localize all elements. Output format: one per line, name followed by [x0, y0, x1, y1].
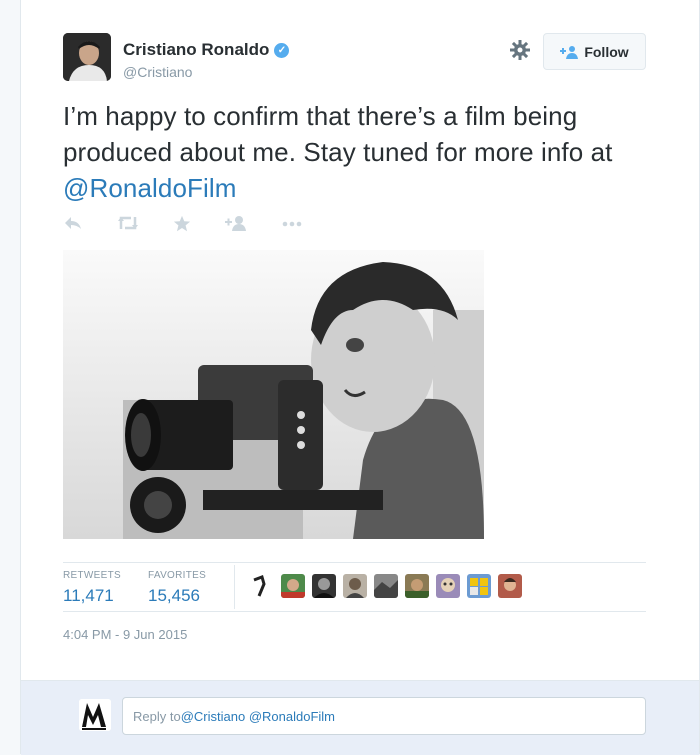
favorites-label: FAVORITES — [148, 570, 207, 581]
tweet-photo[interactable] — [63, 250, 484, 539]
tweet-text: I’m happy to confirm that there’s a film… — [63, 98, 653, 206]
reply-user-avatar — [79, 699, 111, 731]
avatar[interactable] — [281, 574, 305, 598]
avatar[interactable] — [312, 574, 336, 598]
tweet-text-body: I’m happy to confirm that there’s a film… — [63, 101, 613, 167]
avatar[interactable] — [467, 574, 491, 598]
stats-divider-top — [63, 562, 646, 563]
stats-vertical-divider — [234, 565, 235, 609]
tweet-timestamp[interactable]: 4:04 PM - 9 Jun 2015 — [63, 627, 187, 642]
avatar[interactable] — [250, 574, 274, 598]
retweets-stat[interactable]: RETWEETS 11,471 — [63, 570, 121, 606]
retweets-label: RETWEETS — [63, 570, 121, 581]
reply-area: Reply to @Cristiano @RonaldoFilm — [21, 680, 699, 755]
reply-prefix: Reply to — [133, 708, 181, 724]
verified-badge-icon: ✓ — [274, 42, 290, 58]
add-user-icon — [560, 45, 579, 59]
reply-mention-1: @Cristiano — [180, 708, 246, 724]
follow-button[interactable]: Follow — [543, 33, 646, 70]
follow-label: Follow — [584, 43, 629, 60]
retweet-icon[interactable] — [117, 215, 141, 235]
favoriters-avatars — [250, 574, 522, 600]
follow-icon[interactable] — [225, 215, 249, 235]
favorites-count[interactable]: 15,456 — [148, 586, 206, 606]
reply-mention-2: @RonaldoFilm — [248, 708, 335, 724]
more-icon[interactable] — [281, 215, 305, 235]
favorite-icon[interactable] — [173, 215, 197, 235]
reply-input[interactable]: Reply to @Cristiano @RonaldoFilm — [122, 697, 646, 735]
tweet-card: Cristiano Ronaldo ✓ @Cristiano Follow I’… — [20, 0, 700, 755]
author-name-text[interactable]: Cristiano Ronaldo — [123, 40, 269, 60]
author-handle[interactable]: @Cristiano — [123, 64, 192, 80]
reply-icon[interactable] — [63, 215, 87, 235]
avatar[interactable] — [498, 574, 522, 598]
avatar[interactable] — [343, 574, 367, 598]
author-avatar[interactable] — [63, 33, 111, 81]
favorites-stat[interactable]: FAVORITES 15,456 — [148, 570, 206, 606]
avatar[interactable] — [374, 574, 398, 598]
retweets-count[interactable]: 11,471 — [63, 586, 121, 606]
gear-icon[interactable] — [508, 38, 532, 62]
author-name[interactable]: Cristiano Ronaldo ✓ — [123, 40, 290, 60]
avatar[interactable] — [436, 574, 460, 598]
avatar[interactable] — [405, 574, 429, 598]
tweet-actions — [63, 215, 323, 235]
stats-divider-bottom — [63, 611, 646, 612]
mention-link[interactable]: @RonaldoFilm — [63, 173, 237, 203]
